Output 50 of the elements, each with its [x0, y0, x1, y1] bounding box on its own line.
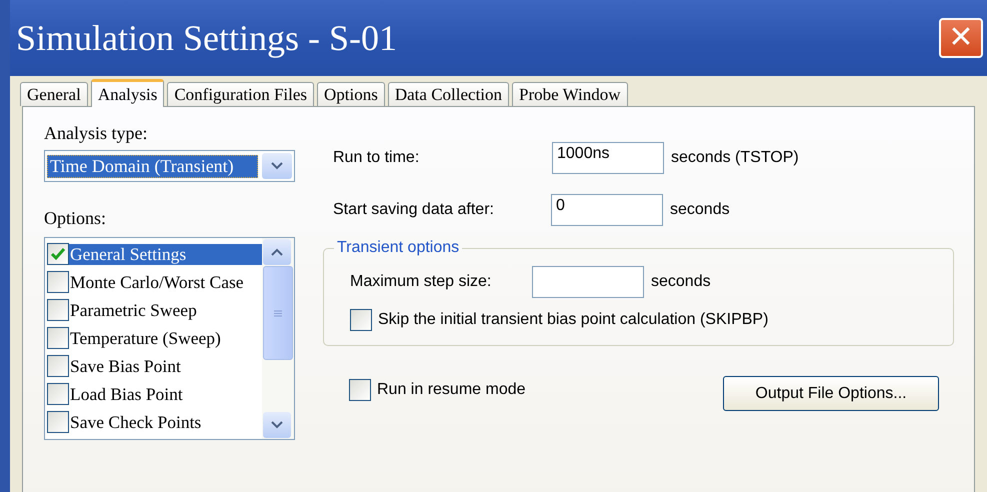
- list-item[interactable]: Load Bias Point: [69, 384, 262, 404]
- tab[interactable]: Options: [317, 82, 385, 106]
- output-file-options-button[interactable]: Output File Options...: [723, 376, 939, 411]
- list-item[interactable]: Save Bias Point: [69, 356, 262, 376]
- chevron-down-icon: [271, 421, 283, 429]
- field-label: Analysis type:: [44, 123, 148, 144]
- field-label: Start saving data after:: [333, 201, 495, 219]
- checkmark-icon: [50, 247, 66, 261]
- grip-icon: [274, 310, 282, 316]
- tab[interactable]: Probe Window: [512, 82, 628, 106]
- chevron-up-icon: [271, 248, 283, 256]
- tab[interactable]: Data Collection: [388, 82, 510, 106]
- checkbox[interactable]: [47, 355, 69, 377]
- field-label: Run to time:: [333, 149, 420, 167]
- unit-label: seconds: [651, 273, 711, 291]
- run-to-time-field[interactable]: 1000ns: [552, 142, 664, 174]
- checkbox[interactable]: [47, 411, 69, 433]
- tab[interactable]: Configuration Files: [167, 82, 314, 106]
- checkbox[interactable]: [47, 383, 69, 405]
- scroll-up-button[interactable]: [263, 239, 291, 265]
- list-item[interactable]: Monte Carlo/Worst Case: [69, 272, 262, 292]
- unit-label: seconds: [670, 201, 730, 219]
- field-label: Options:: [44, 208, 108, 229]
- tab[interactable]: General: [20, 82, 88, 106]
- tab[interactable]: Analysis: [90, 79, 164, 107]
- start-saving-field[interactable]: 0: [551, 194, 663, 226]
- checkbox[interactable]: [47, 327, 69, 349]
- checkbox-label: Skip the initial transient bias point calculation (SKIPBP): [378, 311, 768, 329]
- checkbox[interactable]: [350, 309, 372, 331]
- dropdown-value: Time Domain (Transient): [47, 154, 258, 178]
- analysis-type-dropdown[interactable]: Time Domain (Transient): [44, 150, 295, 182]
- checkbox-label: Run in resume mode: [377, 380, 526, 398]
- list-item[interactable]: General Settings: [69, 244, 262, 264]
- unit-label: seconds (TSTOP): [671, 149, 799, 167]
- checkbox[interactable]: [47, 299, 69, 321]
- field-label: Maximum step size:: [350, 273, 492, 291]
- scroll-thumb[interactable]: [263, 266, 293, 360]
- chevron-down-icon: [271, 162, 283, 170]
- checkbox[interactable]: [349, 378, 371, 400]
- scrollbar[interactable]: [262, 238, 294, 439]
- scroll-down-button[interactable]: [263, 412, 291, 438]
- group-legend: Transient options: [334, 239, 462, 257]
- list-item[interactable]: Parametric Sweep: [69, 300, 262, 320]
- window-title: Simulation Settings - S-01: [16, 17, 398, 59]
- max-step-field[interactable]: [532, 266, 644, 298]
- checkbox[interactable]: [47, 271, 69, 293]
- list-item[interactable]: Temperature (Sweep): [69, 328, 262, 348]
- checkbox[interactable]: [47, 243, 69, 265]
- list-item[interactable]: Save Check Points: [69, 412, 262, 432]
- dropdown-arrow-button[interactable]: [262, 153, 292, 179]
